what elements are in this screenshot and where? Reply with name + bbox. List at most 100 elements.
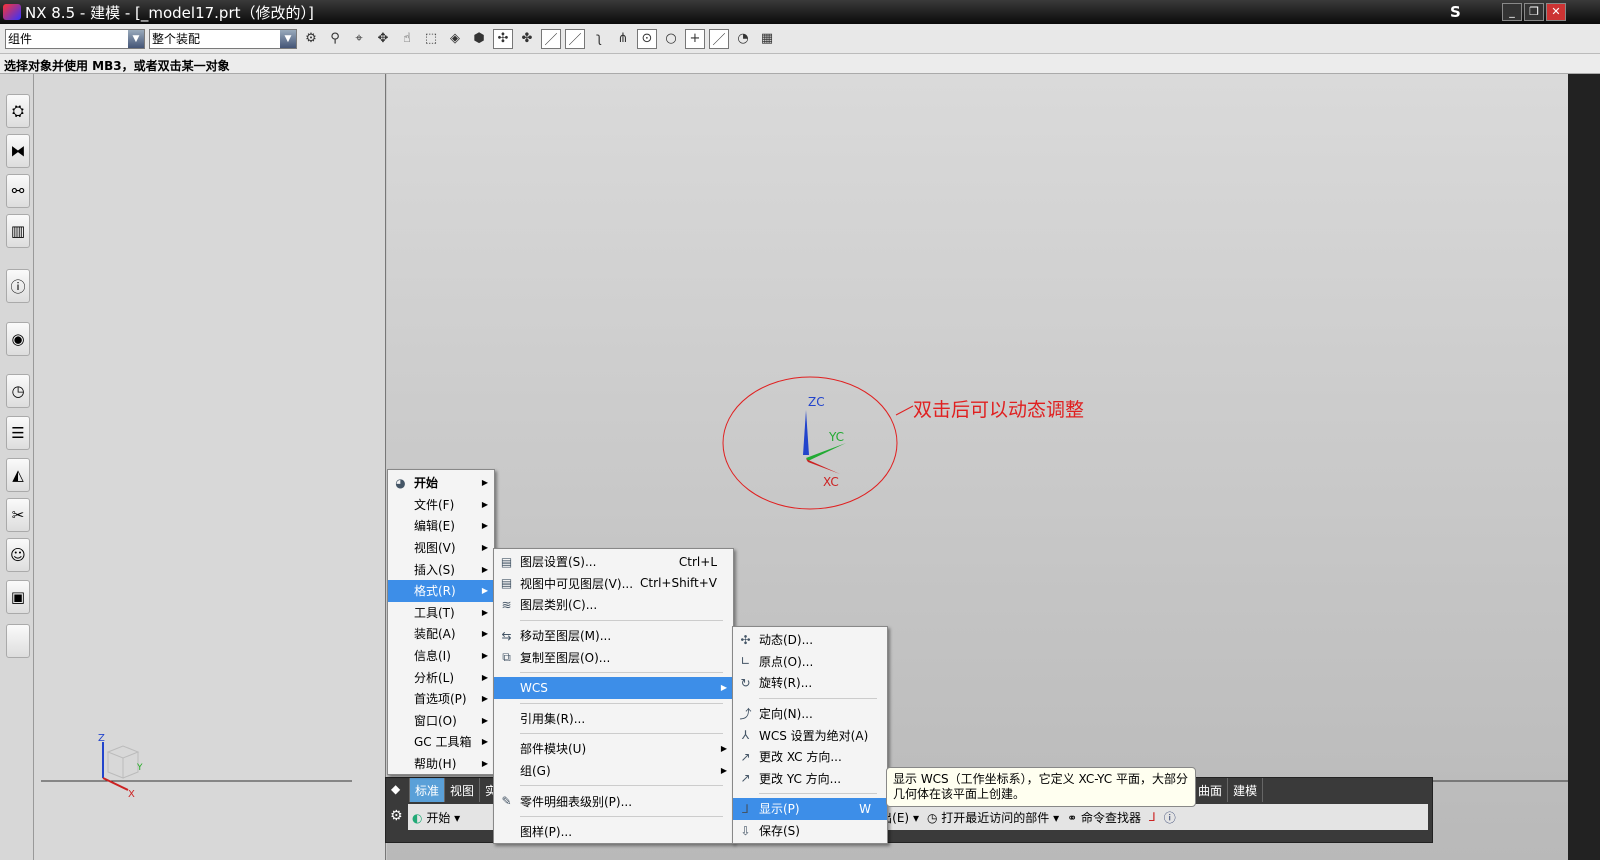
- layer-settings-icon: ▤: [500, 554, 513, 569]
- format-menu-item[interactable]: WCS ▶: [494, 676, 733, 699]
- menu-item-label: 移动至图层(M)...: [520, 629, 612, 644]
- change-xc-icon: ↗: [740, 749, 751, 764]
- menu-item-label: 保存(S): [759, 824, 800, 839]
- gear-icon[interactable]: ⚙: [390, 808, 403, 824]
- main-menu-item[interactable]: GC 工具箱 ▶: [388, 731, 494, 753]
- annotation-text: 双击后可以动态调整: [913, 399, 1085, 421]
- menu-item-label: 更改 YC 方向...: [759, 771, 842, 786]
- main-menu: ◕ 开始 ▶ 文件(F) ▶ 编辑(E) ▶ 视图(V) ▶ 插入(S) ▶ 格式(R) ▶ 工具(T) ▶…: [387, 469, 495, 775]
- main-menu-item[interactable]: 视图(V) ▶: [388, 537, 494, 559]
- absolute-csys-icon: [102, 742, 140, 791]
- menu-separator: [520, 702, 723, 704]
- menu-item-label: 开始: [414, 476, 439, 491]
- format-menu-item[interactable]: ≋ 图层类别(C)...: [494, 594, 733, 616]
- submenu-arrow-icon: ▶: [481, 672, 488, 682]
- main-menu-item[interactable]: 装配(A) ▶: [388, 623, 494, 645]
- menu-separator: [520, 785, 723, 787]
- format-menu-item[interactable]: ⇆ 移动至图层(M)...: [494, 625, 733, 647]
- start-button[interactable]: ◐ 开始 ▾: [412, 809, 460, 826]
- menu-item-label: 窗口(O): [414, 713, 457, 728]
- menu-separator: [520, 619, 723, 621]
- wcs-orient-icon: ⤴: [739, 707, 752, 722]
- menu-separator: [520, 671, 723, 673]
- wcs-menu-item[interactable]: ↻ 旋转(R)...: [733, 672, 887, 694]
- main-menu-item[interactable]: 文件(F) ▶: [388, 494, 494, 516]
- menu-item-label: 编辑(E): [414, 519, 455, 534]
- format-menu-item[interactable]: 图样(P)...: [494, 821, 733, 843]
- start-icon: ◕: [395, 475, 406, 490]
- menu-item-label: 视图(V): [414, 541, 456, 556]
- format-menu: ▤ 图层设置(S)... Ctrl+L ▤ 视图中可见图层(V)... Ctrl+Shif…: [493, 548, 734, 844]
- wcs-menu-item[interactable]: ↗ 更改 YC 方向...: [733, 768, 887, 790]
- wcs-menu-item[interactable]: ↗ 更改 XC 方向...: [733, 746, 887, 768]
- menu-item-label: 信息(I): [414, 649, 451, 664]
- main-menu-item[interactable]: 帮助(H) ▶: [388, 753, 494, 775]
- information-icon[interactable]: ⓘ: [1164, 809, 1176, 826]
- recent-parts-button[interactable]: ◷ 打开最近访问的部件 ▾: [927, 809, 1059, 826]
- wcs-display-icon[interactable]: ⅃: [1149, 810, 1156, 824]
- format-menu-item[interactable]: ✎ 零件明细表级别(P)...: [494, 790, 733, 812]
- format-menu-item[interactable]: 部件模块(U) ▶: [494, 738, 733, 760]
- parts-list-icon: ✎: [501, 794, 512, 809]
- submenu-arrow-icon: ▶: [481, 499, 488, 509]
- wcs-origin-icon: ∟: [740, 654, 751, 669]
- main-menu-item[interactable]: 格式(R) ▶: [388, 579, 494, 602]
- menu-item-label: 分析(L): [414, 670, 455, 685]
- main-menu-item[interactable]: 信息(I) ▶: [388, 645, 494, 667]
- menu-item-label: 图层类别(C)...: [520, 598, 598, 613]
- submenu-arrow-icon: ▶: [481, 543, 488, 553]
- submenu-arrow-icon: ▶: [481, 629, 488, 639]
- shortcut-label: Ctrl+L: [678, 554, 717, 569]
- main-menu-item[interactable]: ◕ 开始 ▶: [388, 472, 494, 494]
- recent-label: 打开最近访问的部件: [941, 810, 1050, 825]
- tab-standard[interactable]: 标准: [410, 778, 446, 802]
- menu-item-label: 视图中可见图层(V)...: [520, 576, 634, 591]
- main-menu-item[interactable]: 编辑(E) ▶: [388, 515, 494, 537]
- submenu-arrow-icon: ▶: [481, 478, 488, 488]
- submenu-arrow-icon: ▶: [720, 683, 727, 693]
- menu-item-label: 复制至图层(O)...: [520, 650, 611, 665]
- submenu-arrow-icon: ▶: [481, 651, 488, 661]
- tab-surface[interactable]: 曲面: [1193, 778, 1229, 802]
- main-menu-item[interactable]: 窗口(O) ▶: [388, 710, 494, 732]
- submenu-arrow-icon: ▶: [481, 564, 488, 574]
- change-yc-icon: ↗: [740, 771, 751, 786]
- shortcut-label: Ctrl+Shift+V: [640, 576, 717, 591]
- wcs-menu-item[interactable]: ⅄ WCS 设置为绝对(A): [733, 724, 887, 746]
- wcs-menu-item[interactable]: ⤴ 定向(N)...: [733, 703, 887, 725]
- abs-y-label: Y: [136, 763, 143, 773]
- xc-label: XC: [823, 475, 839, 489]
- main-menu-item[interactable]: 插入(S) ▶: [388, 558, 494, 580]
- main-menu-item[interactable]: 工具(T) ▶: [388, 602, 494, 624]
- format-menu-item[interactable]: 引用集(R)...: [494, 708, 733, 730]
- main-menu-item[interactable]: 首选项(P) ▶: [388, 688, 494, 710]
- menu-separator: [759, 697, 877, 699]
- menu-item-label: WCS 设置为绝对(A): [759, 728, 869, 743]
- wcs-menu-item[interactable]: ⇩ 保存(S): [733, 820, 887, 842]
- menu-item-label: WCS: [520, 680, 548, 695]
- menu-item-label: 图样(P)...: [520, 825, 573, 840]
- format-menu-item[interactable]: ⧉ 复制至图层(O)...: [494, 646, 733, 668]
- wcs-menu-item[interactable]: ✣ 动态(D)...: [733, 629, 887, 651]
- wcs-save-icon: ⇩: [740, 823, 751, 838]
- abs-x-label: X: [128, 789, 135, 800]
- format-menu-item[interactable]: ▤ 图层设置(S)... Ctrl+L: [494, 551, 733, 573]
- clock-icon: ◷: [926, 810, 938, 825]
- format-menu-item[interactable]: ▤ 视图中可见图层(V)... Ctrl+Shift+V: [494, 573, 733, 595]
- wcs-menu-item[interactable]: ⅃ 显示(P) W: [733, 798, 887, 820]
- tab-modeling[interactable]: 建模: [1228, 778, 1264, 802]
- wcs-menu-item[interactable]: ∟ 原点(O)...: [733, 651, 887, 673]
- wcs-rotate-icon: ↻: [740, 675, 751, 690]
- submenu-arrow-icon: ▶: [481, 694, 488, 704]
- format-menu-item[interactable]: 组(G) ▶: [494, 760, 733, 782]
- menu-item-label: 动态(D)...: [759, 633, 814, 648]
- tab-view[interactable]: 视图: [445, 778, 481, 802]
- nx-logo-icon: ◆: [386, 778, 410, 802]
- finder-label: 命令查找器: [1081, 810, 1142, 825]
- main-menu-item[interactable]: 分析(L) ▶: [388, 666, 494, 688]
- submenu-arrow-icon: ▶: [481, 607, 488, 617]
- command-finder-button[interactable]: ⚭ 命令查找器: [1067, 809, 1141, 826]
- submenu-arrow-icon: ▶: [481, 521, 488, 531]
- yc-label: YC: [828, 430, 844, 444]
- menu-item-label: 显示(P): [759, 802, 800, 817]
